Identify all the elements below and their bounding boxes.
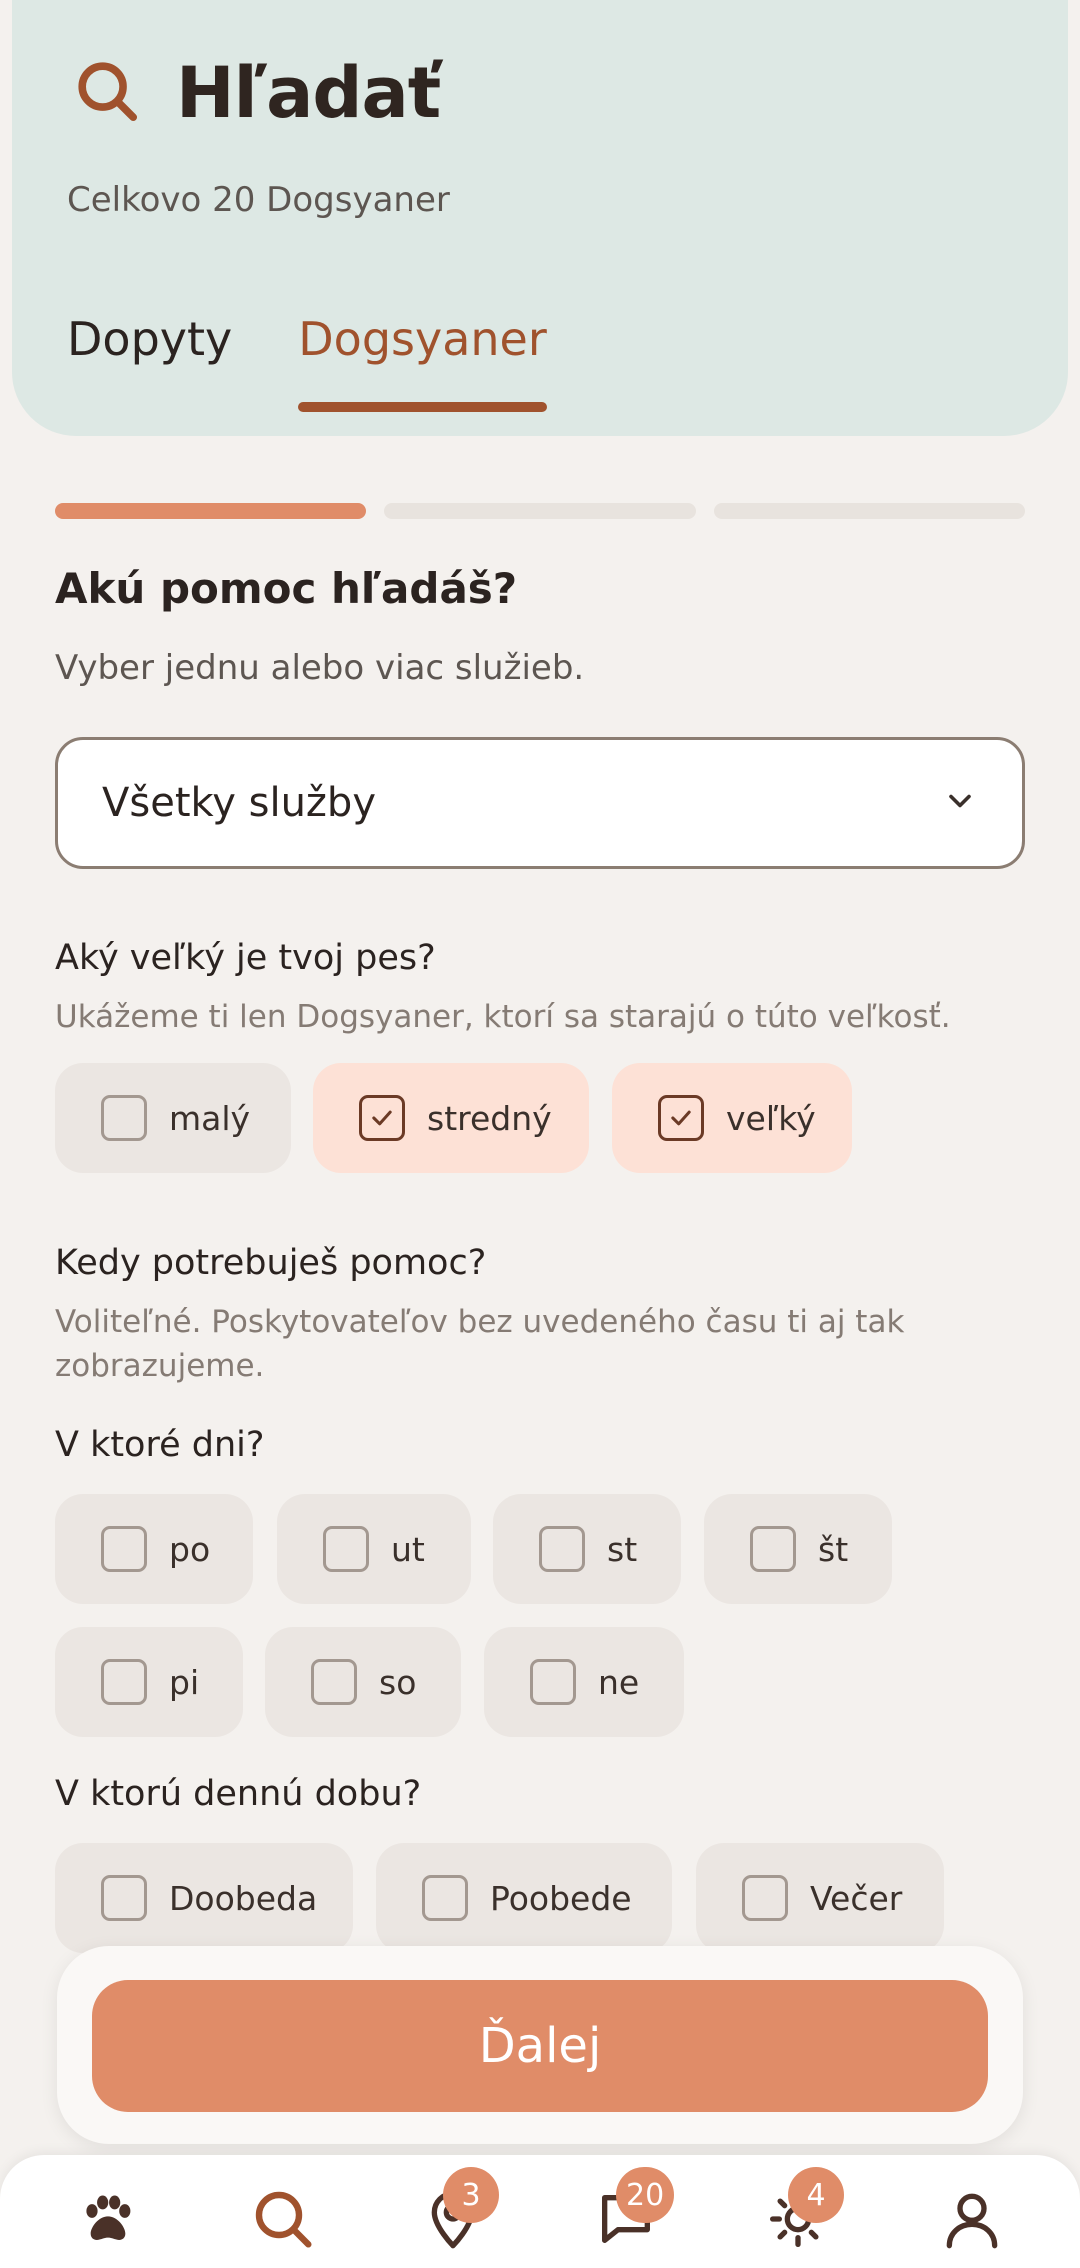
checkbox[interactable] (530, 1659, 576, 1705)
progress-segment-1 (55, 503, 367, 519)
chip-label: ut (391, 1529, 425, 1569)
progress-segment-2 (384, 503, 696, 519)
checkbox[interactable] (539, 1526, 585, 1572)
map-badge: 3 (443, 2167, 499, 2223)
checkbox-checked[interactable] (359, 1095, 405, 1141)
chip-label: veľký (726, 1098, 816, 1138)
chip-label: po (169, 1529, 211, 1569)
checkbox[interactable] (323, 1526, 369, 1572)
time-option-poobede[interactable]: Poobede (376, 1843, 672, 1953)
step-progress (55, 503, 1025, 519)
tab-dogsyaner[interactable]: Dogsyaner (298, 312, 547, 412)
chip-label: Poobede (490, 1878, 632, 1918)
tab-dopyty[interactable]: Dopyty (67, 312, 232, 366)
next-button[interactable]: Ďalej (92, 1980, 988, 2112)
checkbox[interactable] (101, 1659, 147, 1705)
chip-label: stredný (427, 1098, 552, 1138)
results-count: Celkovo 20 Dogsyaner (67, 180, 450, 220)
day-option-st2[interactable]: št (704, 1494, 892, 1604)
nav-profile[interactable] (940, 2187, 1004, 2251)
checkbox[interactable] (101, 1875, 147, 1921)
day-option-po[interactable]: po (55, 1494, 253, 1604)
day-option-pi[interactable]: pi (55, 1627, 243, 1737)
search-icon (255, 2191, 312, 2248)
chip-label: ne (598, 1662, 640, 1702)
checkbox[interactable] (101, 1526, 147, 1572)
page-title: Hľadať (176, 52, 441, 134)
paw-icon (86, 2195, 131, 2240)
check-icon (671, 1110, 691, 1126)
when-hint: Voliteľné. Poskytovateľov bez uvedeného … (55, 1304, 905, 1384)
size-option-velky[interactable]: veľký (612, 1063, 852, 1173)
checkbox-checked[interactable] (658, 1095, 704, 1141)
checkbox[interactable] (101, 1095, 147, 1141)
day-option-st[interactable]: st (493, 1494, 681, 1604)
chip-label: št (818, 1529, 849, 1569)
time-of-day-label: V ktorú dennú dobu? (55, 1774, 422, 1814)
activity-badge: 4 (788, 2167, 844, 2223)
dog-size-hint: Ukážeme ti len Dogsyaner, ktorí sa stara… (55, 999, 951, 1035)
day-option-ne[interactable]: ne (484, 1627, 684, 1737)
chevron-down-icon (942, 783, 978, 823)
service-select[interactable]: Všetky služby (55, 737, 1025, 869)
nav-search[interactable] (251, 2187, 315, 2251)
bottom-nav: 3 20 4 (0, 2155, 1080, 2268)
chip-label: malý (169, 1098, 251, 1138)
day-option-so[interactable]: so (265, 1627, 461, 1737)
day-option-ut[interactable]: ut (277, 1494, 471, 1604)
search-icon (72, 56, 142, 130)
dog-size-label: Aký veľký je tvoj pes? (55, 938, 436, 978)
chip-label: Doobeda (169, 1878, 318, 1918)
question-title: Akú pomoc hľadáš? (55, 564, 518, 613)
nav-messages[interactable]: 20 (594, 2167, 675, 2251)
chip-label: so (379, 1662, 417, 1702)
check-icon (372, 1110, 392, 1126)
nav-home[interactable] (76, 2187, 140, 2251)
when-label: Kedy potrebuješ pomoc? (55, 1243, 487, 1283)
tab-bar: Dopyty Dogsyaner (67, 312, 613, 412)
checkbox[interactable] (422, 1875, 468, 1921)
time-option-vecer[interactable]: Večer (696, 1843, 944, 1953)
checkbox[interactable] (750, 1526, 796, 1572)
messages-badge: 20 (616, 2167, 675, 2223)
size-option-maly[interactable]: malý (55, 1063, 291, 1173)
size-option-stredny[interactable]: stredný (313, 1063, 589, 1173)
chip-label: Večer (810, 1878, 903, 1918)
header-panel: Hľadať Celkovo 20 Dogsyaner Dopyty Dogsy… (12, 0, 1068, 436)
progress-segment-3 (713, 503, 1025, 519)
time-option-doobeda[interactable]: Doobeda (55, 1843, 353, 1953)
chip-label: pi (169, 1662, 200, 1702)
checkbox[interactable] (311, 1659, 357, 1705)
nav-map[interactable]: 3 (421, 2167, 499, 2251)
nav-activity[interactable]: 4 (766, 2167, 844, 2251)
service-select-value: Všetky služby (102, 780, 376, 826)
profile-icon (946, 2193, 998, 2249)
checkbox[interactable] (742, 1875, 788, 1921)
days-label: V ktoré dni? (55, 1425, 265, 1465)
question-subtitle: Vyber jednu alebo viac služieb. (55, 648, 585, 688)
chip-label: st (607, 1529, 638, 1569)
